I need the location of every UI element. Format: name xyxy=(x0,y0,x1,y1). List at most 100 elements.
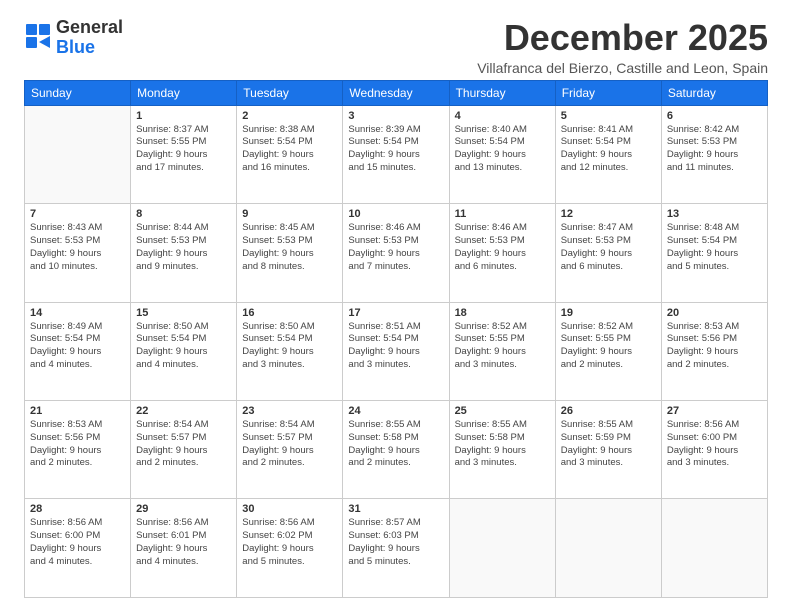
logo-blue: Blue xyxy=(56,37,95,57)
table-row: 21 Sunrise: 8:53 AMSunset: 5:56 PMDayligh… xyxy=(25,401,131,499)
day-number: 27 xyxy=(667,405,762,417)
table-row: 10 Sunrise: 8:46 AMSunset: 5:53 PMDayligh… xyxy=(343,204,449,302)
day-info: Sunrise: 8:54 AMSunset: 5:57 PMDaylight:… xyxy=(242,419,337,470)
day-info: Sunrise: 8:55 AMSunset: 5:59 PMDaylight:… xyxy=(561,419,656,470)
day-info: Sunrise: 8:55 AMSunset: 5:58 PMDaylight:… xyxy=(348,419,443,470)
day-number: 4 xyxy=(455,110,550,122)
month-title: December 2025 xyxy=(477,18,768,58)
day-info: Sunrise: 8:47 AMSunset: 5:53 PMDaylight:… xyxy=(561,222,656,273)
day-number: 30 xyxy=(242,503,337,515)
table-row: 23 Sunrise: 8:54 AMSunset: 5:57 PMDayligh… xyxy=(237,401,343,499)
day-number: 18 xyxy=(455,307,550,319)
table-row xyxy=(449,499,555,598)
day-info: Sunrise: 8:52 AMSunset: 5:55 PMDaylight:… xyxy=(561,321,656,372)
day-info: Sunrise: 8:55 AMSunset: 5:58 PMDaylight:… xyxy=(455,419,550,470)
table-row: 31 Sunrise: 8:57 AMSunset: 6:03 PMDayligh… xyxy=(343,499,449,598)
table-row xyxy=(25,105,131,203)
day-info: Sunrise: 8:50 AMSunset: 5:54 PMDaylight:… xyxy=(136,321,231,372)
table-row: 30 Sunrise: 8:56 AMSunset: 6:02 PMDayligh… xyxy=(237,499,343,598)
table-row: 28 Sunrise: 8:56 AMSunset: 6:00 PMDayligh… xyxy=(25,499,131,598)
day-number: 7 xyxy=(30,208,125,220)
day-info: Sunrise: 8:54 AMSunset: 5:57 PMDaylight:… xyxy=(136,419,231,470)
day-info: Sunrise: 8:39 AMSunset: 5:54 PMDaylight:… xyxy=(348,124,443,175)
day-info: Sunrise: 8:41 AMSunset: 5:54 PMDaylight:… xyxy=(561,124,656,175)
day-number: 5 xyxy=(561,110,656,122)
weekday-header-thursday: Thursday xyxy=(449,80,555,105)
calendar-week-5: 28 Sunrise: 8:56 AMSunset: 6:00 PMDayligh… xyxy=(25,499,768,598)
day-number: 6 xyxy=(667,110,762,122)
day-number: 13 xyxy=(667,208,762,220)
day-info: Sunrise: 8:42 AMSunset: 5:53 PMDaylight:… xyxy=(667,124,762,175)
day-info: Sunrise: 8:53 AMSunset: 5:56 PMDaylight:… xyxy=(30,419,125,470)
day-number: 23 xyxy=(242,405,337,417)
day-number: 10 xyxy=(348,208,443,220)
calendar-body: 1 Sunrise: 8:37 AMSunset: 5:55 PMDaylight… xyxy=(25,105,768,597)
day-number: 3 xyxy=(348,110,443,122)
table-row: 16Sunrise: 8:50 AMSunset: 5:54 PMDayligh… xyxy=(237,302,343,400)
table-row: 13 Sunrise: 8:48 AMSunset: 5:54 PMDayligh… xyxy=(661,204,767,302)
day-info: Sunrise: 8:43 AMSunset: 5:53 PMDaylight:… xyxy=(30,222,125,273)
day-info: Sunrise: 8:56 AMSunset: 6:00 PMDaylight:… xyxy=(30,517,125,568)
day-number: 19 xyxy=(561,307,656,319)
table-row: 11Sunrise: 8:46 AMSunset: 5:53 PMDayligh… xyxy=(449,204,555,302)
day-info: Sunrise: 8:46 AMSunset: 5:53 PMDaylight:… xyxy=(455,222,550,273)
table-row: 4Sunrise: 8:40 AMSunset: 5:54 PMDaylight… xyxy=(449,105,555,203)
day-number: 20 xyxy=(667,307,762,319)
weekday-header-wednesday: Wednesday xyxy=(343,80,449,105)
calendar-week-2: 7 Sunrise: 8:43 AMSunset: 5:53 PMDaylight… xyxy=(25,204,768,302)
day-info: Sunrise: 8:52 AMSunset: 5:55 PMDaylight:… xyxy=(455,321,550,372)
table-row: 19 Sunrise: 8:52 AMSunset: 5:55 PMDayligh… xyxy=(555,302,661,400)
table-row: 20Sunrise: 8:53 AMSunset: 5:56 PMDayligh… xyxy=(661,302,767,400)
day-number: 2 xyxy=(242,110,337,122)
weekday-header-sunday: Sunday xyxy=(25,80,131,105)
calendar-week-4: 21 Sunrise: 8:53 AMSunset: 5:56 PMDayligh… xyxy=(25,401,768,499)
logo-general: General xyxy=(56,17,123,37)
day-number: 26 xyxy=(561,405,656,417)
table-row: 18 Sunrise: 8:52 AMSunset: 5:55 PMDayligh… xyxy=(449,302,555,400)
page: General Blue December 2025 Villafranca d… xyxy=(0,0,792,612)
weekday-header-saturday: Saturday xyxy=(661,80,767,105)
day-info: Sunrise: 8:56 AMSunset: 6:01 PMDaylight:… xyxy=(136,517,231,568)
logo-area: General Blue xyxy=(24,18,123,58)
table-row: 29 Sunrise: 8:56 AMSunset: 6:01 PMDayligh… xyxy=(131,499,237,598)
table-row: 9Sunrise: 8:45 AMSunset: 5:53 PMDaylight… xyxy=(237,204,343,302)
day-number: 1 xyxy=(136,110,231,122)
table-row: 15Sunrise: 8:50 AMSunset: 5:54 PMDayligh… xyxy=(131,302,237,400)
title-area: December 2025 Villafranca del Bierzo, Ca… xyxy=(477,18,768,76)
day-info: Sunrise: 8:49 AMSunset: 5:54 PMDaylight:… xyxy=(30,321,125,372)
day-info: Sunrise: 8:56 AMSunset: 6:02 PMDaylight:… xyxy=(242,517,337,568)
day-number: 12 xyxy=(561,208,656,220)
calendar-week-3: 14 Sunrise: 8:49 AMSunset: 5:54 PMDayligh… xyxy=(25,302,768,400)
day-number: 28 xyxy=(30,503,125,515)
day-number: 29 xyxy=(136,503,231,515)
day-info: Sunrise: 8:46 AMSunset: 5:53 PMDaylight:… xyxy=(348,222,443,273)
weekday-header-friday: Friday xyxy=(555,80,661,105)
calendar-header: SundayMondayTuesdayWednesdayThursdayFrid… xyxy=(25,80,768,105)
day-info: Sunrise: 8:37 AMSunset: 5:55 PMDaylight:… xyxy=(136,124,231,175)
day-number: 31 xyxy=(348,503,443,515)
day-info: Sunrise: 8:51 AMSunset: 5:54 PMDaylight:… xyxy=(348,321,443,372)
day-info: Sunrise: 8:56 AMSunset: 6:00 PMDaylight:… xyxy=(667,419,762,470)
weekday-header-tuesday: Tuesday xyxy=(237,80,343,105)
calendar-table: SundayMondayTuesdayWednesdayThursdayFrid… xyxy=(24,80,768,598)
table-row xyxy=(555,499,661,598)
table-row: 14 Sunrise: 8:49 AMSunset: 5:54 PMDayligh… xyxy=(25,302,131,400)
day-number: 22 xyxy=(136,405,231,417)
day-number: 16 xyxy=(242,307,337,319)
table-row xyxy=(661,499,767,598)
table-row: 27 Sunrise: 8:56 AMSunset: 6:00 PMDayligh… xyxy=(661,401,767,499)
day-number: 24 xyxy=(348,405,443,417)
table-row: 3 Sunrise: 8:39 AMSunset: 5:54 PMDaylight… xyxy=(343,105,449,203)
weekday-header-row: SundayMondayTuesdayWednesdayThursdayFrid… xyxy=(25,80,768,105)
day-number: 21 xyxy=(30,405,125,417)
table-row: 22 Sunrise: 8:54 AMSunset: 5:57 PMDayligh… xyxy=(131,401,237,499)
day-info: Sunrise: 8:57 AMSunset: 6:03 PMDaylight:… xyxy=(348,517,443,568)
day-number: 9 xyxy=(242,208,337,220)
header: General Blue December 2025 Villafranca d… xyxy=(24,18,768,76)
table-row: 12 Sunrise: 8:47 AMSunset: 5:53 PMDayligh… xyxy=(555,204,661,302)
day-number: 14 xyxy=(30,307,125,319)
table-row: 26 Sunrise: 8:55 AMSunset: 5:59 PMDayligh… xyxy=(555,401,661,499)
day-info: Sunrise: 8:48 AMSunset: 5:54 PMDaylight:… xyxy=(667,222,762,273)
location-subtitle: Villafranca del Bierzo, Castille and Leo… xyxy=(477,60,768,76)
table-row: 24 Sunrise: 8:55 AMSunset: 5:58 PMDayligh… xyxy=(343,401,449,499)
